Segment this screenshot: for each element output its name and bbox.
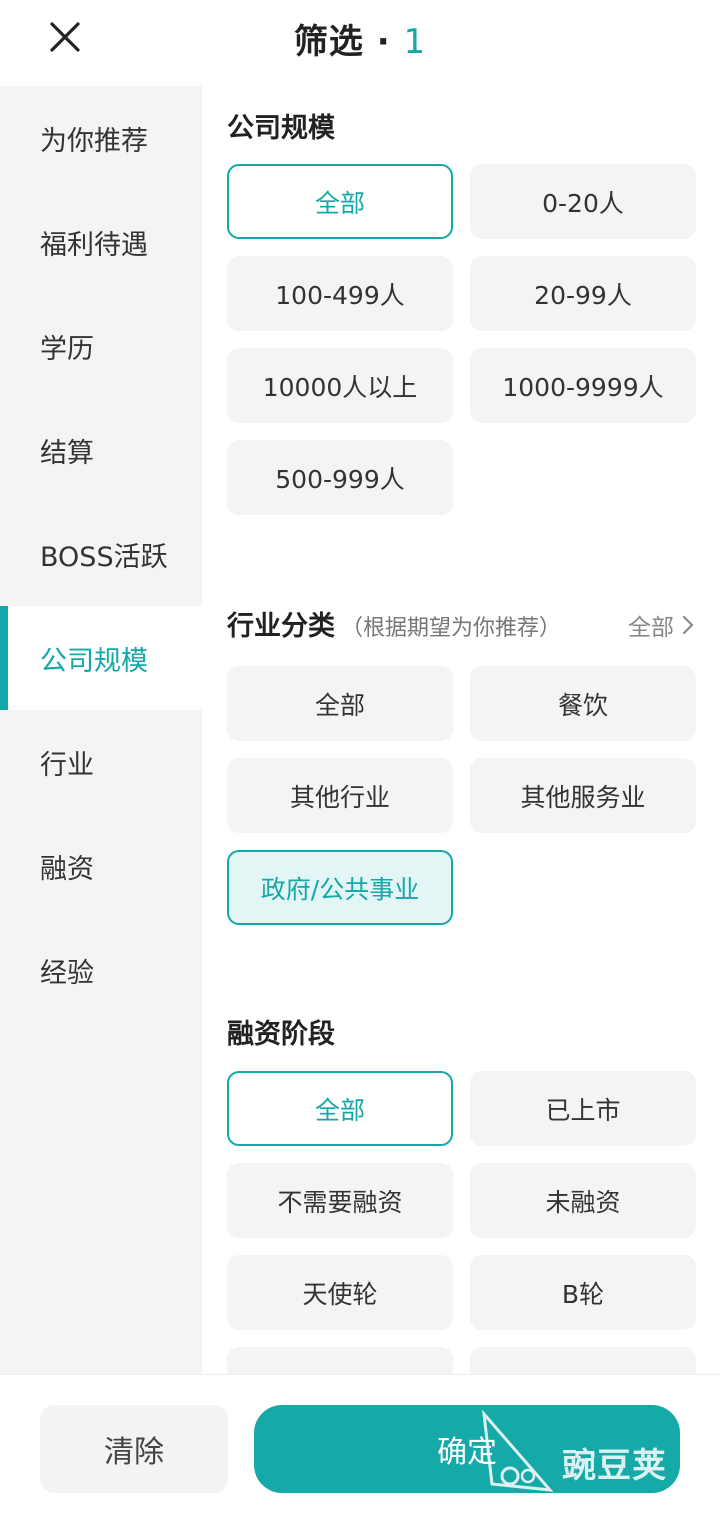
option-size-all[interactable]: 全部 xyxy=(227,164,453,239)
sidebar-item-funding[interactable]: 融资 xyxy=(0,814,202,918)
option-funding-listed[interactable]: 已上市 xyxy=(470,1071,696,1146)
pea-pod-icon xyxy=(481,1409,554,1492)
section-title-funding: 融资阶段 xyxy=(227,1019,335,1050)
option-size-10000-plus[interactable]: 10000人以上 xyxy=(227,348,453,423)
option-industry-government[interactable]: 政府/公共事业 xyxy=(227,850,453,925)
option-funding-not-needed[interactable]: 不需要融资 xyxy=(227,1163,453,1238)
page-title: 筛选 · 1 xyxy=(0,14,720,63)
option-funding-unfunded[interactable]: 未融资 xyxy=(470,1163,696,1238)
option-size-20-99[interactable]: 20-99人 xyxy=(470,256,696,331)
industry-subtitle: （根据期望为你推荐） xyxy=(341,616,562,641)
section-title-company-size: 公司规模 xyxy=(227,113,335,144)
filter-category-sidebar: 为你推荐 福利待遇 学历 结算 BOSS活跃 公司规模 行业 融资 经验 xyxy=(0,86,202,1374)
option-industry-other[interactable]: 其他行业 xyxy=(227,758,453,833)
header: 筛选 · 1 xyxy=(0,0,720,80)
option-funding-partial[interactable] xyxy=(227,1347,453,1374)
sidebar-item-industry[interactable]: 行业 xyxy=(0,710,202,814)
watermark-text: 豌豆荚 xyxy=(562,1446,667,1486)
industry-view-all-link[interactable]: 全部 xyxy=(628,608,694,642)
option-industry-all[interactable]: 全部 xyxy=(227,666,453,741)
sidebar-item-experience[interactable]: 经验 xyxy=(0,918,202,1022)
option-size-100-499[interactable]: 100-499人 xyxy=(227,256,453,331)
section-title-industry: 行业分类 （根据期望为你推荐） xyxy=(227,604,561,643)
option-industry-other-services[interactable]: 其他服务业 xyxy=(470,758,696,833)
watermark-logo: 豌豆荚 xyxy=(480,1409,690,1496)
sidebar-item-company-size[interactable]: 公司规模 xyxy=(0,606,202,710)
chevron-right-icon xyxy=(682,615,694,635)
option-industry-catering[interactable]: 餐饮 xyxy=(470,666,696,741)
industry-title: 行业分类 xyxy=(227,611,335,642)
view-all-label: 全部 xyxy=(628,615,674,641)
sidebar-item-education[interactable]: 学历 xyxy=(0,294,202,398)
option-size-500-999[interactable]: 500-999人 xyxy=(227,440,453,515)
sidebar-item-benefits[interactable]: 福利待遇 xyxy=(0,190,202,294)
option-size-0-20[interactable]: 0-20人 xyxy=(470,164,696,239)
sidebar-item-settlement[interactable]: 结算 xyxy=(0,398,202,502)
title-text: 筛选 · xyxy=(293,22,404,62)
sidebar-item-recommend[interactable]: 为你推荐 xyxy=(0,86,202,190)
filter-count: 1 xyxy=(403,22,427,62)
option-funding-all[interactable]: 全部 xyxy=(227,1071,453,1146)
sidebar-item-boss-active[interactable]: BOSS活跃 xyxy=(0,502,202,606)
option-funding-b-round[interactable]: B轮 xyxy=(470,1255,696,1330)
filter-options-panel[interactable]: 公司规模 全部 0-20人 100-499人 20-99人 10000人以上 1… xyxy=(202,86,720,1374)
option-size-1000-9999[interactable]: 1000-9999人 xyxy=(470,348,696,423)
option-funding-partial[interactable] xyxy=(470,1347,696,1374)
option-funding-angel[interactable]: 天使轮 xyxy=(227,1255,453,1330)
clear-button[interactable]: 清除 xyxy=(40,1405,228,1493)
